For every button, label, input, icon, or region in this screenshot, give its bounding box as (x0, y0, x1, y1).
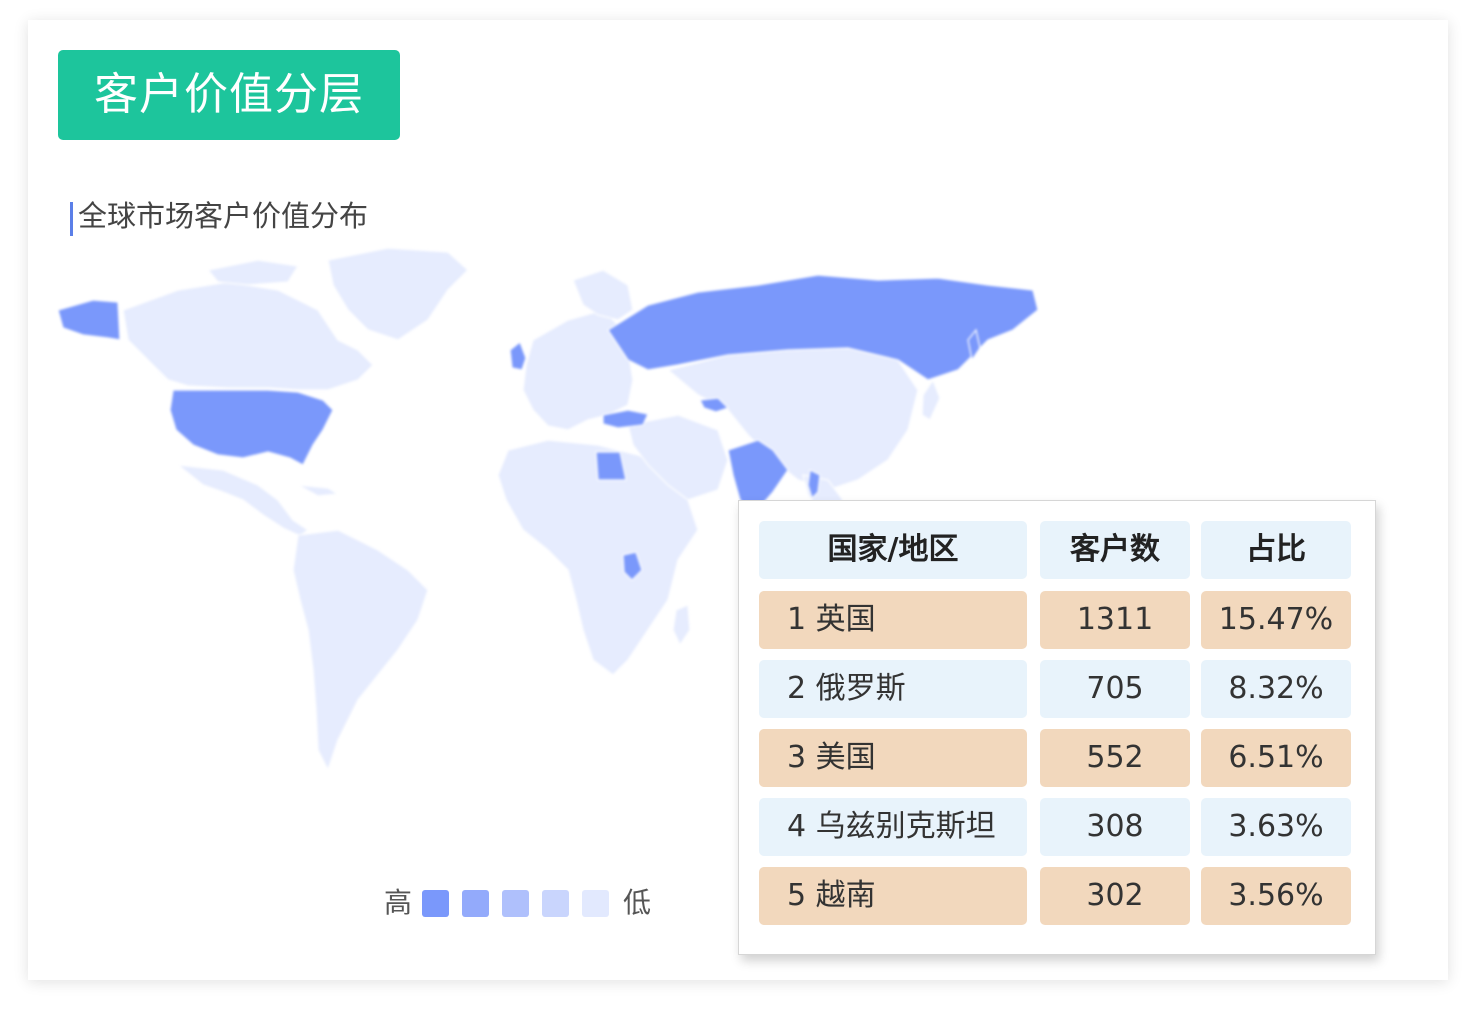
row-share: 3.56% (1201, 867, 1351, 925)
header-share: 占比 (1201, 521, 1351, 579)
header-count: 客户数 (1040, 521, 1190, 579)
row-rank: 5 (787, 878, 807, 913)
map-region-alaska (57, 299, 121, 341)
row-count: 1311 (1040, 591, 1190, 649)
row-count: 552 (1040, 729, 1190, 787)
legend-swatch-3 (502, 889, 530, 917)
row-count: 302 (1040, 867, 1190, 925)
map-region-usa (169, 389, 334, 466)
map-region-mexico (176, 464, 310, 537)
dashboard-card: 客户价值分层 全球市场客户价值分布 高 低 国家/地区 客户数 占比 1 英国 … (28, 20, 1448, 980)
legend-high-label: 高 (384, 886, 413, 919)
map-region-greenland (327, 247, 469, 341)
row-count: 308 (1040, 798, 1190, 856)
row-rank: 1 (787, 602, 807, 637)
row-share: 15.47% (1201, 591, 1351, 649)
row-count: 705 (1040, 660, 1190, 718)
map-region-japan (921, 378, 941, 421)
map-region-canada (122, 281, 374, 391)
row-country: 1 英国 (759, 591, 1027, 649)
map-region-egypt (595, 451, 627, 481)
legend-swatch-2 (462, 889, 490, 917)
row-rank: 3 (787, 740, 807, 775)
row-country-name: 越南 (815, 878, 876, 913)
row-country-name: 美国 (815, 740, 876, 775)
legend-low-label: 低 (623, 886, 652, 919)
map-legend: 高 低 (384, 880, 651, 926)
row-country: 2 俄罗斯 (759, 660, 1027, 718)
row-country-name: 乌兹别克斯坦 (815, 809, 996, 844)
row-country-name: 英国 (815, 602, 876, 637)
map-region-uk (509, 341, 527, 371)
page: 客户价值分层 全球市场客户价值分布 高 低 国家/地区 客户数 占比 1 英国 … (0, 0, 1476, 1016)
map-region-madagascar (672, 604, 691, 647)
legend-swatch-1 (422, 889, 450, 917)
page-title: 客户价值分层 (58, 50, 400, 140)
row-share: 6.51% (1201, 729, 1351, 787)
header-country: 国家/地区 (759, 521, 1027, 579)
row-rank: 4 (787, 809, 807, 844)
map-region-arctic-islands (206, 259, 299, 286)
row-country: 5 越南 (759, 867, 1027, 925)
legend-swatch-4 (542, 889, 570, 917)
row-country: 4 乌兹别克斯坦 (759, 798, 1027, 856)
row-rank: 2 (787, 671, 807, 706)
ranking-table-panel: 国家/地区 客户数 占比 1 英国 1311 15.47% 2 俄罗斯 705 … (738, 500, 1376, 955)
map-region-scandinavia (572, 269, 634, 321)
row-share: 8.32% (1201, 660, 1351, 718)
row-country-name: 俄罗斯 (815, 671, 906, 706)
row-country: 3 美国 (759, 729, 1027, 787)
legend-swatch-5 (582, 889, 610, 917)
row-share: 3.63% (1201, 798, 1351, 856)
map-region-caribbean (297, 484, 340, 497)
map-region-south-america (292, 529, 429, 772)
